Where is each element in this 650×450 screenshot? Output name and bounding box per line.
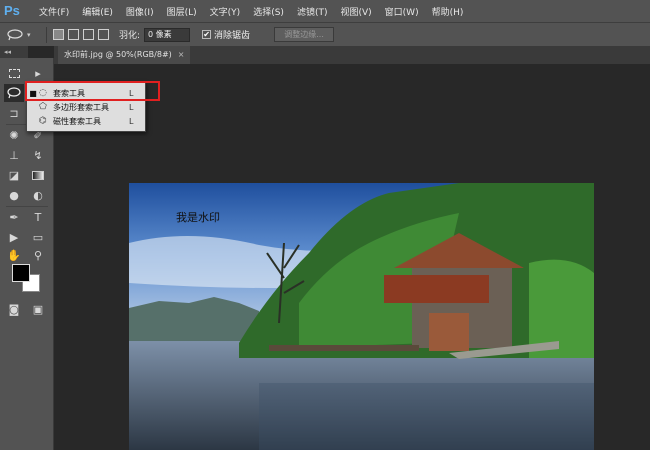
toolbar-collapse-button[interactable]: ◂◂ (0, 46, 28, 58)
divider (46, 26, 47, 43)
highlight-annotation-box (25, 81, 160, 101)
flyout-item-shortcut: L (129, 102, 134, 112)
quick-mask-icon[interactable]: ◙ (4, 300, 24, 318)
subtract-selection-mode-icon[interactable] (83, 29, 94, 40)
move-tool-icon[interactable]: ▸ (28, 64, 48, 82)
magnetic-lasso-icon: ⌬ (39, 116, 47, 126)
options-bar: ▾ 羽化: 0 像素 ✔ 消除锯齿 调整边缘... (0, 22, 650, 46)
flyout-item-label: 多边形套索工具 (53, 102, 109, 112)
intersect-selection-mode-icon[interactable] (98, 29, 109, 40)
rectangle-tool-icon[interactable]: ▭ (28, 228, 48, 246)
dodge-tool-icon[interactable]: ◐ (28, 186, 48, 204)
menu-image[interactable]: 图像(I) (126, 5, 154, 18)
flyout-item-magnetic-lasso[interactable]: ⌬ 磁性套索工具 L (27, 114, 145, 128)
menu-select[interactable]: 选择(S) (253, 5, 284, 18)
refine-edge-button[interactable]: 调整边缘... (274, 27, 335, 42)
menu-layer[interactable]: 图层(L) (167, 5, 197, 18)
menu-type[interactable]: 文字(Y) (210, 5, 241, 18)
document-tab[interactable]: 水印前.jpg @ 50%(RGB/8#) × (58, 46, 191, 64)
close-icon[interactable]: × (178, 50, 185, 59)
spot-healing-tool-icon[interactable]: ✺ (4, 126, 24, 144)
type-tool-icon[interactable]: T (28, 208, 48, 226)
menu-file[interactable]: 文件(F) (39, 5, 69, 18)
photoshop-logo: Ps (4, 3, 20, 18)
history-brush-tool-icon[interactable]: ↯ (28, 146, 48, 164)
antialias-label: 消除锯齿 (214, 31, 251, 41)
feather-label: 羽化: (119, 31, 141, 41)
add-selection-mode-icon[interactable] (68, 29, 79, 40)
watermark-text: 我是水印 (176, 211, 220, 224)
blur-tool-icon[interactable]: ● (4, 186, 24, 204)
antialias-checkbox[interactable]: ✔ (202, 30, 212, 39)
menu-window[interactable]: 窗口(W) (385, 5, 419, 18)
lasso-icon (7, 28, 23, 40)
menu-filter[interactable]: 滤镜(T) (297, 5, 328, 18)
crop-tool-icon[interactable]: ⊐ (4, 104, 24, 122)
feather-input[interactable]: 0 像素 (144, 27, 191, 42)
menu-bar: Ps 文件(F) 编辑(E) 图像(I) 图层(L) 文字(Y) 选择(S) 滤… (0, 0, 650, 22)
menu-edit[interactable]: 编辑(E) (82, 5, 113, 18)
zoom-tool-icon[interactable]: ⚲ (28, 246, 48, 264)
document-tab-title: 水印前.jpg @ 50%(RGB/8#) (64, 50, 172, 59)
chevron-down-icon: ▾ (27, 30, 31, 39)
eraser-tool-icon[interactable]: ◪ (4, 166, 24, 184)
polygonal-lasso-icon: ⬠ (39, 102, 47, 112)
flyout-item-shortcut: L (129, 116, 134, 126)
document-tab-bar: 水印前.jpg @ 50%(RGB/8#) × (54, 46, 650, 64)
lasso-tool-icon[interactable] (4, 84, 24, 102)
path-selection-tool-icon[interactable]: ▶ (4, 228, 24, 246)
document-image[interactable]: 我是水印 (129, 183, 594, 450)
menu-view[interactable]: 视图(V) (340, 5, 371, 18)
screen-mode-icon[interactable]: ▣ (28, 300, 48, 318)
marquee-tool-icon[interactable] (4, 64, 24, 82)
flyout-item-label: 磁性套索工具 (53, 116, 101, 126)
gradient-tool-icon[interactable] (28, 166, 48, 184)
menu-help[interactable]: 帮助(H) (432, 5, 464, 18)
divider (6, 206, 48, 207)
clone-stamp-tool-icon[interactable]: ⊥ (4, 146, 24, 164)
hand-tool-icon[interactable]: ✋ (4, 246, 24, 264)
tool-preset-picker[interactable]: ▾ (6, 26, 40, 44)
foreground-color-swatch[interactable] (12, 264, 30, 282)
pen-tool-icon[interactable]: ✒ (4, 208, 24, 226)
new-selection-mode-icon[interactable] (53, 29, 64, 40)
flyout-item-polygonal-lasso[interactable]: ⬠ 多边形套索工具 L (27, 100, 145, 114)
